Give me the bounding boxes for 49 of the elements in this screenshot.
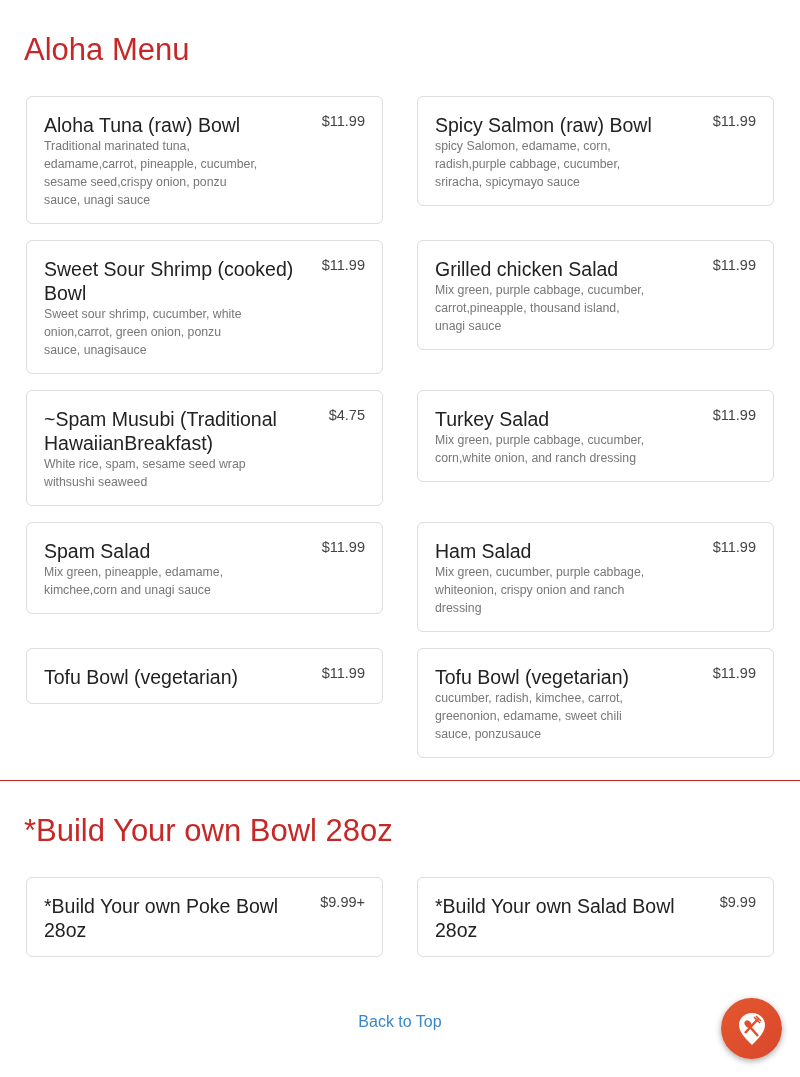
back-to-top-link[interactable]: Back to Top — [358, 1013, 442, 1031]
item-name: Grilled chicken Salad — [435, 257, 620, 281]
item-price: $11.99 — [712, 406, 756, 425]
menu-item-card[interactable]: ~Spam Musubi (Traditional HawaiianBreakfast) White rice, spam, sesame seed wrap withsushi seaweed $4.75 — [26, 390, 383, 506]
menu-item-card[interactable]: Spicy Salmon (raw) Bowl spicy Salomon, edamame, corn, radish,purple cabbage, cucumber, sriracha, spicymayo sauce $11.99 — [417, 96, 774, 206]
section-heading: Aloha Menu — [24, 32, 191, 68]
item-description: cucumber, radish, kimchee, carrot, greenonion, edamame, sweet chili sauce, ponzusauce — [435, 690, 624, 743]
floating-action-button[interactable] — [721, 998, 782, 1059]
item-name: Ham Salad — [435, 539, 533, 563]
menu-item-card[interactable]: Sweet Sour Shrimp (cooked) Bowl Sweet sour shrimp, cucumber, white onion,carrot, green onion, ponzu sauce, unagisauce $11.99 — [26, 240, 383, 374]
item-name: Spicy Salmon (raw) Bowl — [435, 113, 652, 137]
menu-item-card[interactable]: Ham Salad Mix green, cucumber, purple cabbage, whiteonion, crispy onion and ranch dressing $11.99 — [417, 522, 774, 632]
item-name: *Build Your own Poke Bowl 28oz — [44, 894, 280, 942]
item-description: Mix green, pineapple, edamame, kimchee,corn and unagi sauce — [44, 564, 225, 599]
item-name: ~Spam Musubi (Traditional HawaiianBreakfast) — [44, 407, 278, 455]
item-name: Tofu Bowl (vegetarian) — [435, 665, 630, 689]
item-price: $9.99+ — [320, 893, 365, 912]
item-price: $11.99 — [712, 112, 756, 131]
item-name: Sweet Sour Shrimp (cooked) Bowl — [44, 257, 295, 305]
item-price: $11.99 — [321, 538, 365, 557]
item-price: $11.99 — [712, 664, 756, 683]
item-description: Mix green, purple cabbage, cucumber, carrot,pineapple, thousand island, unagi sauce — [435, 282, 646, 335]
section-heading: *Build Your own Bowl 28oz — [24, 813, 394, 849]
item-price: $11.99 — [321, 664, 365, 683]
item-description: Mix green, purple cabbage, cucumber, corn,white onion, and ranch dressing — [435, 432, 646, 467]
item-price: $4.75 — [328, 406, 365, 425]
item-description: spicy Salomon, edamame, corn, radish,purple cabbage, cucumber, sriracha, spicymayo sauce — [435, 138, 622, 191]
item-name: Tofu Bowl (vegetarian) — [44, 665, 238, 689]
item-description: Sweet sour shrimp, cucumber, white onion,carrot, green onion, ponzu sauce, unagisauce — [44, 306, 243, 359]
item-description: Mix green, cucumber, purple cabbage, whiteonion, crispy onion and ranch dressing — [435, 564, 646, 617]
item-name: Turkey Salad — [435, 407, 551, 431]
item-price: $11.99 — [712, 256, 756, 275]
menu-item-card[interactable]: Tofu Bowl (vegetarian) cucumber, radish, kimchee, carrot, greenonion, edamame, sweet chili sauce, ponzusauce $11.99 — [417, 648, 774, 758]
menu-item-card[interactable]: *Build Your own Salad Bowl 28oz $9.99 — [417, 877, 774, 957]
menu-item-card[interactable]: Aloha Tuna (raw) Bowl Traditional marinated tuna, edamame,carrot, pineapple, cucumber, sesame seed,crispy onion, ponzu sauce, unagi sauce $11.99 — [26, 96, 383, 224]
menu-item-card[interactable]: Tofu Bowl (vegetarian) $11.99 — [26, 648, 383, 704]
menu-item-card[interactable]: Turkey Salad Mix green, purple cabbage, cucumber, corn,white onion, and ranch dressing $11.99 — [417, 390, 774, 482]
menu-item-card[interactable]: Spam Salad Mix green, pineapple, edamame, kimchee,corn and unagi sauce $11.99 — [26, 522, 383, 614]
item-price: $11.99 — [321, 256, 365, 275]
item-description: Traditional marinated tuna, edamame,carrot, pineapple, cucumber, sesame seed,crispy onion, ponzu sauce, unagi sauce — [44, 138, 259, 209]
item-price: $11.99 — [712, 538, 756, 557]
item-price: $9.99 — [719, 893, 756, 912]
item-name: Aloha Tuna (raw) Bowl — [44, 113, 242, 137]
item-name: Spam Salad — [44, 539, 152, 563]
item-name: *Build Your own Salad Bowl 28oz — [435, 894, 676, 942]
menu-item-card[interactable]: *Build Your own Poke Bowl 28oz $9.99+ — [26, 877, 383, 957]
menu-item-card[interactable]: Grilled chicken Salad Mix green, purple cabbage, cucumber, carrot,pineapple, thousand island, unagi sauce $11.99 — [417, 240, 774, 350]
item-price: $11.99 — [321, 112, 365, 131]
item-description: White rice, spam, sesame seed wrap withsushi seaweed — [44, 456, 247, 491]
